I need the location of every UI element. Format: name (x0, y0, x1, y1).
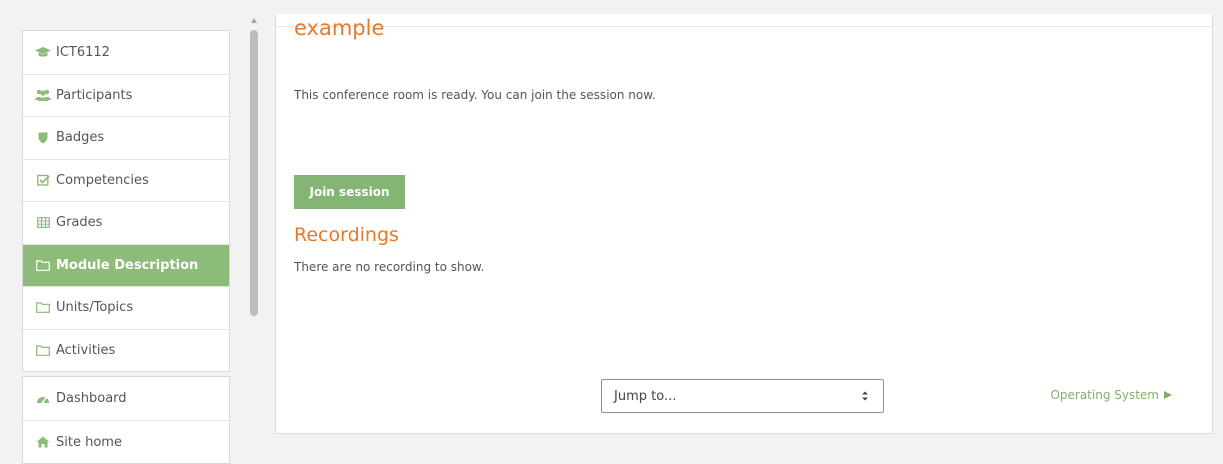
nav-item-badges[interactable]: Badges (23, 116, 229, 159)
next-activity-label: Operating System (1050, 388, 1159, 402)
jump-to-select[interactable]: Jump to... (601, 379, 884, 413)
table-icon (35, 216, 51, 230)
nav-item-label: Dashboard (56, 391, 127, 406)
nav-item-label: Activities (56, 342, 116, 358)
page-title: example (294, 16, 385, 40)
divider (276, 26, 1212, 27)
folder-icon (35, 301, 51, 315)
nav-item-label: Competencies (56, 172, 149, 188)
nav-item-label: ICT6112 (56, 44, 110, 60)
nav-item-grades[interactable]: Grades (23, 201, 229, 244)
nav-item-dashboard[interactable]: Dashboard (23, 377, 229, 420)
course-navigation: ICT6112 Participants Badges Competencies… (22, 30, 230, 464)
folder-icon (35, 343, 51, 357)
users-icon (35, 88, 51, 102)
status-text: This conference room is ready. You can j… (294, 88, 656, 102)
shield-icon (35, 131, 51, 145)
main-content: example This conference room is ready. Y… (275, 14, 1213, 434)
play-arrow-icon (1164, 391, 1172, 399)
nav-item-units-topics[interactable]: Units/Topics (23, 286, 229, 329)
nav-item-participants[interactable]: Participants (23, 73, 229, 117)
scrollbar-thumb[interactable] (250, 30, 258, 316)
nav-item-label: Badges (56, 130, 105, 146)
no-recordings-text: There are no recording to show. (294, 260, 485, 274)
next-activity-link[interactable]: Operating System (1050, 388, 1172, 402)
check-square-icon (35, 173, 51, 187)
nav-item-activities[interactable]: Activities (23, 328, 229, 372)
join-session-button[interactable]: Join session (294, 175, 405, 209)
nav-item-label: Module Description (56, 257, 199, 273)
site-nav-group: Dashboard Site home (22, 376, 230, 464)
nav-item-label: Site home (56, 434, 122, 450)
nav-item-module-description[interactable]: Module Description (23, 243, 229, 286)
recordings-heading: Recordings (294, 224, 399, 246)
nav-item-site-home[interactable]: Site home (23, 420, 229, 463)
folder-icon (35, 258, 51, 272)
graduation-cap-icon (35, 45, 51, 59)
nav-item-label: Grades (56, 215, 103, 231)
home-icon (35, 435, 51, 449)
nav-item-label: Participants (56, 87, 133, 103)
jump-to-selected-value: Jump to... (614, 388, 677, 404)
dashboard-icon (35, 392, 51, 406)
nav-item-course[interactable]: ICT6112 (23, 31, 229, 74)
course-nav-group: ICT6112 Participants Badges Competencies… (22, 30, 230, 372)
scroll-up-arrow-icon[interactable] (251, 18, 257, 23)
nav-item-competencies[interactable]: Competencies (23, 158, 229, 202)
sort-caret-icon (862, 391, 868, 401)
sidebar-scrollbar[interactable] (248, 14, 262, 446)
nav-item-label: Units/Topics (56, 300, 134, 316)
